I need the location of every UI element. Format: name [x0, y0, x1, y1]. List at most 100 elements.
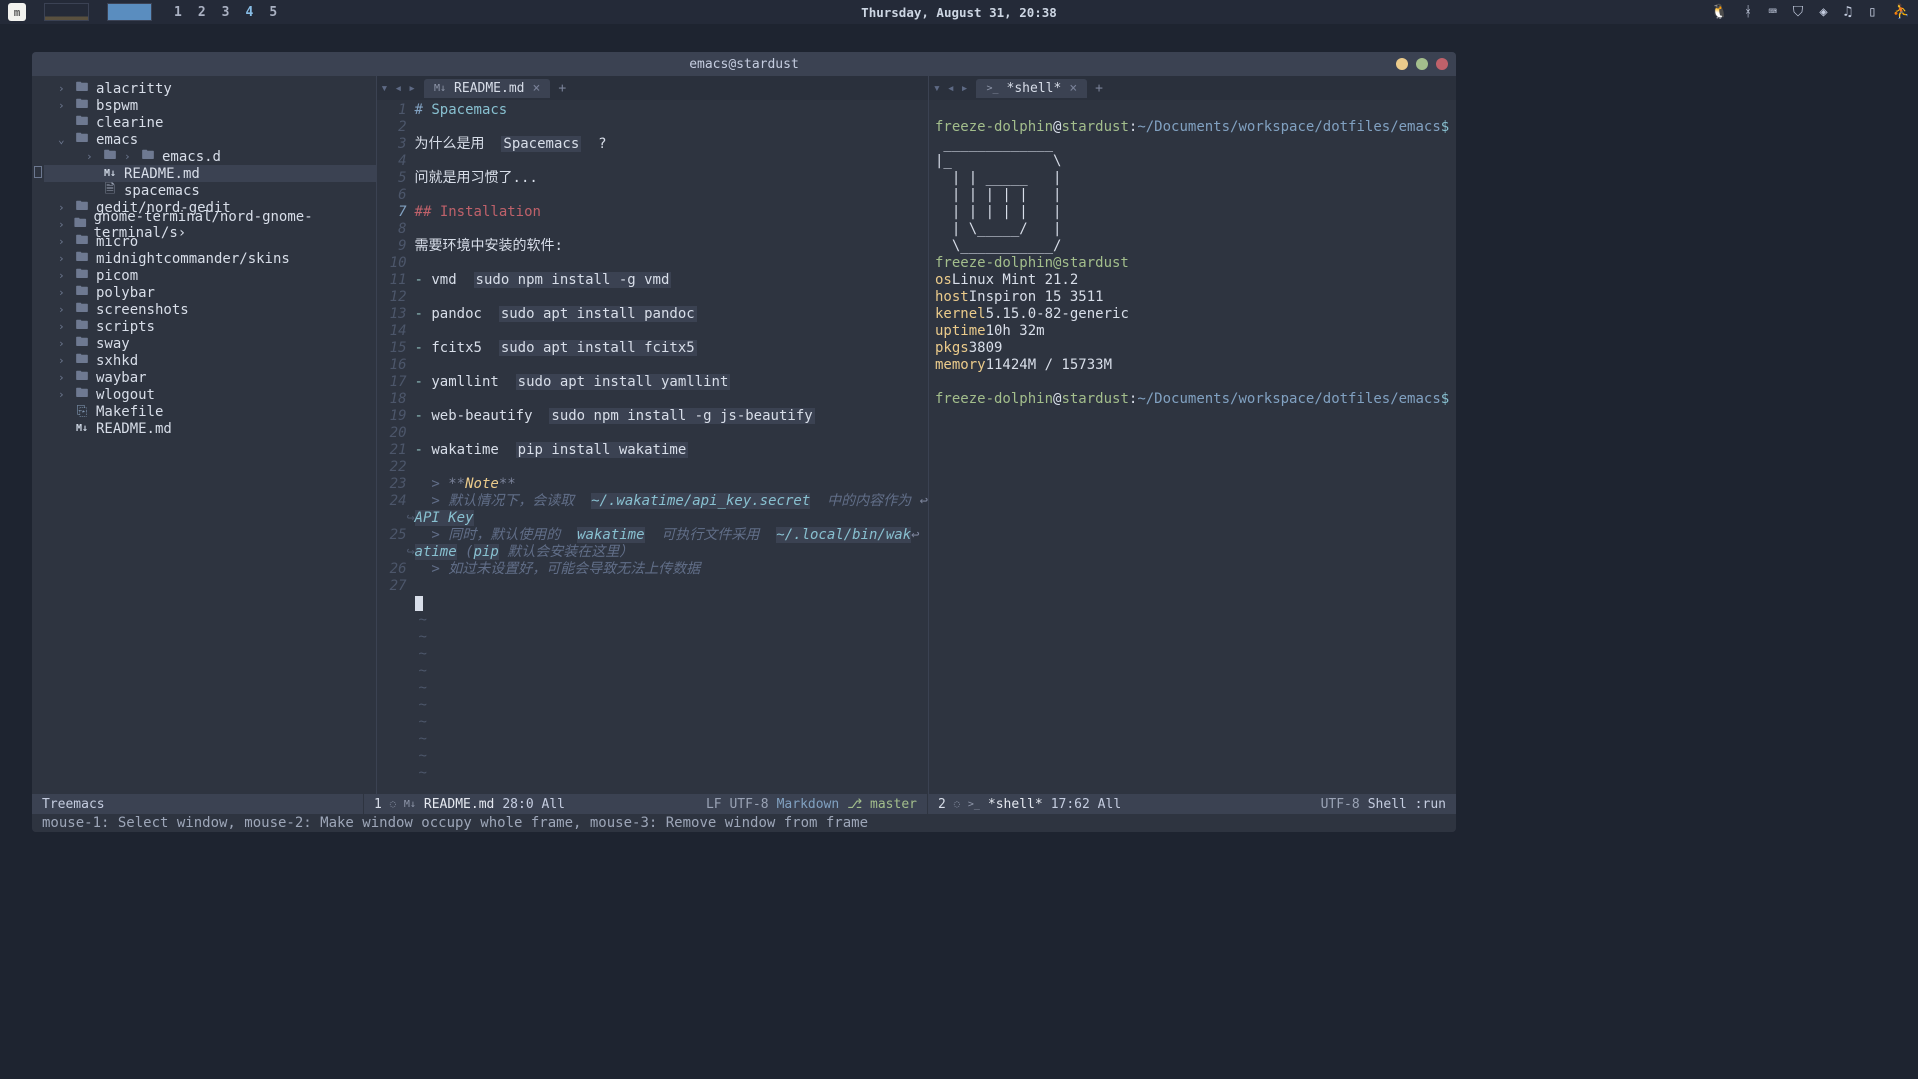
- modeline-shell: 2 ◌ >_ *shell* 17:62 All UTF-8 Shell :ru…: [928, 794, 1456, 814]
- editor-body[interactable]: 1234567891011121314151617181920212223242…: [377, 100, 928, 794]
- modeline: Treemacs 1 ◌ M↓ README.md 28:0 All LF UT…: [32, 794, 1456, 814]
- chevron-icon[interactable]: ›: [58, 354, 68, 367]
- panel-datetime: Thursday, August 31, 20:38: [861, 5, 1057, 20]
- tree-item-polybar[interactable]: ›🖿polybar: [44, 284, 376, 301]
- chevron-icon[interactable]: ›: [58, 252, 68, 265]
- tree-item-clearine[interactable]: 🖿clearine: [44, 114, 376, 131]
- music-icon[interactable]: ♫: [1844, 4, 1852, 20]
- tree-item-readme-md[interactable]: M↓README.md: [44, 165, 376, 182]
- chevron-icon[interactable]: ›: [58, 303, 68, 316]
- tree-item-makefile[interactable]: ⎘Makefile: [44, 403, 376, 420]
- tree-label: sway: [96, 336, 130, 352]
- chevron-icon[interactable]: ›: [58, 320, 68, 333]
- tree-item-alacritty[interactable]: ›🖿alacritty: [44, 80, 376, 97]
- chevron-icon[interactable]: ›: [58, 337, 68, 350]
- tree-item-bspwm[interactable]: ›🖿bspwm: [44, 97, 376, 114]
- workspace-4[interactable]: 4: [245, 5, 253, 20]
- md-icon: M↓: [102, 168, 118, 179]
- mem-graph-icon: [107, 3, 152, 21]
- tree-item-picom[interactable]: ›🖿picom: [44, 267, 376, 284]
- line-gutter: 1234567891011121314151617181920212223242…: [377, 102, 415, 794]
- tab-prev-icon[interactable]: ◂: [947, 81, 955, 96]
- workspace-3[interactable]: 3: [222, 5, 230, 20]
- tree-item-scripts[interactable]: ›🖿scripts: [44, 318, 376, 335]
- wifi-icon[interactable]: ◈: [1819, 4, 1827, 20]
- tree-label: sxhkd: [96, 353, 138, 369]
- tab-menu-icon[interactable]: ▾: [381, 81, 389, 96]
- shell-output[interactable]: freeze-dolphin@stardust:~/Documents/work…: [929, 100, 1456, 794]
- tree-label: spacemacs: [124, 183, 200, 199]
- tree-item-sxhkd[interactable]: ›🖿sxhkd: [44, 352, 376, 369]
- shell-tabbar: ▾ ◂ ▸ >_ *shell* × +: [929, 76, 1456, 100]
- tab-prev-icon[interactable]: ◂: [394, 81, 402, 96]
- tree-label: polybar: [96, 285, 155, 301]
- chevron-icon[interactable]: ›: [58, 201, 68, 214]
- folder-icon: 🖿: [74, 129, 90, 151]
- tree-item-midnightcommander-skins[interactable]: ›🖿midnightcommander/skins: [44, 250, 376, 267]
- tab-next-icon[interactable]: ▸: [961, 81, 969, 96]
- tab-label: README.md: [454, 81, 524, 96]
- chevron-icon[interactable]: ›: [58, 218, 67, 231]
- tree-label: screenshots: [96, 302, 189, 318]
- editor-pane: ▾ ◂ ▸ M↓ README.md × + 12345678910111213…: [376, 76, 928, 794]
- shield-icon[interactable]: ⛉: [1793, 4, 1804, 20]
- tree-item-readme-md[interactable]: M↓README.md: [44, 420, 376, 437]
- folder-icon: 🖿: [140, 146, 156, 168]
- tree-item-waybar[interactable]: ›🖿waybar: [44, 369, 376, 386]
- tab-add-icon[interactable]: +: [1095, 81, 1103, 96]
- user-icon[interactable]: ⛹: [1893, 4, 1910, 20]
- chevron-icon[interactable]: ⌄: [58, 133, 68, 146]
- cpu-graph-icon: [44, 3, 89, 21]
- battery-icon[interactable]: ▯: [1868, 4, 1876, 20]
- tree-item-wlogout[interactable]: ›🖿wlogout: [44, 386, 376, 403]
- chevron-icon[interactable]: ›: [86, 150, 96, 163]
- code-lines: # Spacemacs 为什么是用 Spacemacs ? 问就是用习惯了...…: [415, 102, 928, 794]
- tree-label: README.md: [96, 421, 172, 437]
- maximize-button[interactable]: [1416, 58, 1428, 70]
- tab-close-icon[interactable]: ×: [1069, 81, 1077, 96]
- tab-menu-icon[interactable]: ▾: [933, 81, 941, 96]
- tree-label: clearine: [96, 115, 163, 131]
- window-titlebar[interactable]: emacs@stardust: [32, 52, 1456, 76]
- tree-item-emacs-d[interactable]: ›🖿›🖿emacs.d: [44, 148, 376, 165]
- tab-next-icon[interactable]: ▸: [408, 81, 416, 96]
- chevron-icon[interactable]: ›: [58, 388, 68, 401]
- tab-readme[interactable]: M↓ README.md ×: [424, 79, 550, 98]
- markdown-icon: M↓: [404, 799, 416, 810]
- top-panel: m 1 2 3 4 5 Thursday, August 31, 20:38 🐧…: [0, 0, 1918, 24]
- markdown-icon: M↓: [434, 83, 446, 94]
- chevron-icon[interactable]: ›: [58, 99, 68, 112]
- chevron-icon[interactable]: ›: [58, 371, 68, 384]
- tree-label: bspwm: [96, 98, 138, 114]
- tree-label: waybar: [96, 370, 147, 386]
- workspace-switcher: 1 2 3 4 5: [174, 5, 277, 20]
- close-button[interactable]: [1436, 58, 1448, 70]
- workspace-2[interactable]: 2: [198, 5, 206, 20]
- tab-add-icon[interactable]: +: [558, 81, 566, 96]
- link-icon: ⎘: [74, 404, 90, 419]
- shell-pane: ▾ ◂ ▸ >_ *shell* × + freeze-dolphin@star…: [928, 76, 1456, 794]
- mint-logo-icon[interactable]: m: [8, 3, 26, 21]
- workspace-5[interactable]: 5: [269, 5, 277, 20]
- tab-shell[interactable]: >_ *shell* ×: [976, 79, 1087, 98]
- tab-close-icon[interactable]: ×: [533, 81, 541, 96]
- terminal-icon: >_: [986, 83, 998, 94]
- tree-item-gnome-terminal-nord-gnome-terminal-s-[interactable]: ›🖿gnome-terminal/nord-gnome-terminal/s›: [44, 216, 376, 233]
- chevron-icon[interactable]: ›: [58, 269, 68, 282]
- minimize-button[interactable]: [1396, 58, 1408, 70]
- tree-item-screenshots[interactable]: ›🖿screenshots: [44, 301, 376, 318]
- chevron-icon[interactable]: ›: [58, 235, 68, 248]
- bluetooth-icon[interactable]: ᚼ: [1744, 4, 1752, 20]
- workspace-1[interactable]: 1: [174, 5, 182, 20]
- system-tray: 🐧 ᚼ ⌨ ⛉ ◈ ♫ ▯ ⛹: [1710, 4, 1910, 20]
- keyboard-icon[interactable]: ⌨: [1768, 4, 1776, 20]
- chevron-icon[interactable]: ›: [58, 286, 68, 299]
- tree-label: picom: [96, 268, 138, 284]
- circle-icon: ◌: [390, 799, 396, 810]
- penguin-icon[interactable]: 🐧: [1710, 4, 1727, 20]
- folder-icon: 🖿: [102, 146, 118, 168]
- chevron-icon[interactable]: ›: [58, 82, 68, 95]
- tree-item-emacs[interactable]: ⌄🖿emacs: [44, 131, 376, 148]
- tree-item-spacemacs[interactable]: 🗎spacemacs: [44, 182, 376, 199]
- tree-item-sway[interactable]: ›🖿sway: [44, 335, 376, 352]
